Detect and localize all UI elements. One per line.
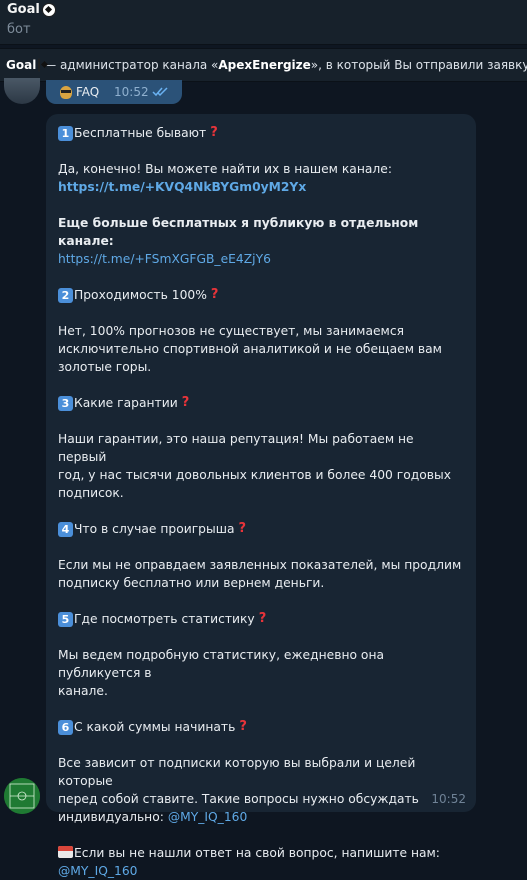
answer-2-line-2: исключительно спортивной аналитикой и не… bbox=[58, 342, 442, 356]
soccer-ball-icon bbox=[41, 2, 56, 17]
answer-5-line-1: Мы ведем подробную статистику, ежедневно… bbox=[58, 648, 385, 680]
answer-3-line-3: подписок. bbox=[58, 486, 124, 500]
answer-3-line-2: год, у нас тысячи довольных клиентов и б… bbox=[58, 468, 452, 482]
question-4-text: Что в случае проигрыша bbox=[74, 522, 235, 536]
more-free-channel-link[interactable]: https://t.me/+FSmXGFGB_eE4ZjY6 bbox=[58, 252, 271, 266]
bot-avatar[interactable] bbox=[4, 778, 40, 814]
answer-6-line-3-text: индивидуально: bbox=[58, 810, 168, 824]
question-6-text: С какой суммы начинать bbox=[74, 720, 236, 734]
answer-4-line-1: Если мы не оправдаем заявленных показате… bbox=[58, 558, 462, 572]
answer-6-line-3: индивидуально: @MY_IQ_160 bbox=[58, 808, 464, 826]
more-free-text: Еще больше бесплатных я публикую в отдел… bbox=[58, 216, 419, 248]
answer-6-line-2: перед собой ставите. Такие вопросы нужно… bbox=[58, 792, 419, 806]
question-6: 6 С какой суммы начинать ? bbox=[58, 718, 464, 736]
answer-6-line-1: Все зависит от подписки которую вы выбра… bbox=[58, 756, 416, 788]
message-time: 10:52 bbox=[431, 792, 466, 806]
notice-channel-name: ApexEnergize bbox=[218, 58, 311, 72]
keycap-5-icon: 5 bbox=[58, 611, 73, 627]
answer-3-line-1: Наши гарантии, это наша репутация! Мы ра… bbox=[58, 432, 414, 464]
keycap-3-icon: 3 bbox=[58, 395, 73, 411]
notice-bot-name: Goal bbox=[6, 58, 37, 72]
chat-title[interactable]: Goal bbox=[7, 2, 56, 17]
question-1-text: Бесплатные бывают bbox=[74, 126, 207, 140]
admin-notice-bar: Goal — администратор канала « ApexEnergi… bbox=[0, 48, 527, 82]
question-mark-icon: ? bbox=[181, 395, 190, 410]
chat-header[interactable]: Goal бот bbox=[0, 0, 527, 45]
chat-title-text: Goal bbox=[7, 2, 40, 17]
ninja-emoji-icon bbox=[60, 85, 72, 99]
answer-4-line-2: подписку бесплатно или вернем деньги. bbox=[58, 576, 325, 590]
inbox-tray-icon bbox=[58, 846, 73, 858]
question-5-text: Где посмотреть статистику bbox=[74, 612, 255, 626]
keycap-2-icon: 2 bbox=[58, 287, 73, 303]
incoming-message-faq-answer[interactable]: 1 Бесплатные бывают ? Да, конечно! Вы мо… bbox=[46, 114, 476, 878]
question-mark-icon: ? bbox=[210, 125, 218, 140]
question-2-text: Проходимость 100% bbox=[74, 288, 207, 302]
answer-1-text: Да, конечно! Вы можете найти их в нашем … bbox=[58, 162, 392, 176]
keycap-1-icon: 1 bbox=[58, 125, 73, 141]
notice-text-before: — администратор канала « bbox=[40, 58, 219, 72]
faq-time: 10:52 bbox=[114, 85, 149, 99]
question-3-text: Какие гарантии bbox=[74, 396, 178, 410]
chat-subtitle: бот bbox=[7, 22, 31, 37]
free-channel-link[interactable]: https://t.me/+KVQ4NkBYGm0yM2Yx bbox=[58, 180, 306, 194]
contact-link[interactable]: @MY_IQ_160 bbox=[168, 810, 248, 824]
footer-contact-link[interactable]: @MY_IQ_160 bbox=[58, 864, 138, 878]
question-5: 5 Где посмотреть статистику ? bbox=[58, 610, 464, 628]
question-3: 3 Какие гарантии ? bbox=[58, 394, 464, 412]
question-2: 2 Проходимость 100% ? bbox=[58, 286, 464, 304]
question-mark-icon: ? bbox=[238, 521, 247, 536]
faq-label: FAQ bbox=[76, 85, 100, 99]
footer-text: Если вы не нашли ответ на свой вопрос, н… bbox=[74, 846, 440, 860]
question-1: 1 Бесплатные бывают ? bbox=[58, 124, 464, 142]
double-check-icon bbox=[152, 87, 168, 97]
question-4: 4 Что в случае проигрыша ? bbox=[58, 520, 464, 538]
question-mark-icon: ? bbox=[258, 611, 267, 626]
answer-2-line-1: Нет, 100% прогнозов не существует, мы за… bbox=[58, 324, 404, 338]
question-mark-icon: ? bbox=[210, 287, 219, 302]
question-mark-icon: ? bbox=[239, 719, 247, 734]
soccer-field-icon bbox=[4, 778, 40, 814]
notice-text-after: », в который Вы отправили заявку. bbox=[310, 58, 527, 72]
footer-line: Если вы не нашли ответ на свой вопрос, н… bbox=[58, 844, 464, 862]
answer-2-line-3: золотые горы. bbox=[58, 360, 152, 374]
answer-5-line-2: канале. bbox=[58, 684, 108, 698]
keycap-4-icon: 4 bbox=[58, 521, 73, 537]
keycap-6-icon: 6 bbox=[58, 719, 73, 735]
user-avatar[interactable] bbox=[4, 78, 40, 104]
outgoing-message-faq[interactable]: FAQ 10:52 bbox=[46, 80, 182, 104]
